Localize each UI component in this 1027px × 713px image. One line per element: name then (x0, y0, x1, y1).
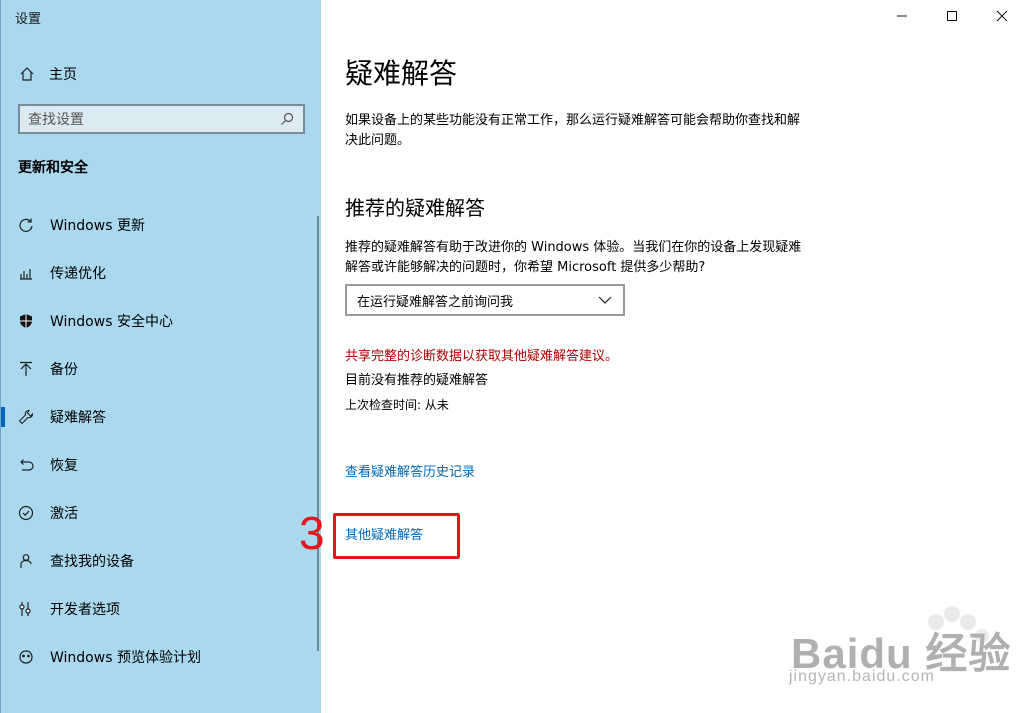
view-history-link[interactable]: 查看疑难解答历史记录 (345, 461, 475, 480)
settings-sidebar: 设置 主页 查找设置 更新和安全 Windows 更新 传递优化 Windows… (0, 0, 321, 713)
sidebar-item-troubleshoot[interactable]: 疑难解答 (1, 393, 322, 441)
maximize-button[interactable] (927, 0, 977, 32)
sidebar-item-insider[interactable]: Windows 预览体验计划 (1, 633, 322, 681)
insider-icon (18, 649, 34, 665)
nav-home[interactable]: 主页 (19, 62, 77, 86)
watermark-url: jingyan.baidu.com (789, 668, 935, 685)
sidebar-item-windows-security[interactable]: Windows 安全中心 (1, 297, 322, 345)
sidebar-item-label: 开发者选项 (50, 602, 120, 618)
sidebar-item-label: Windows 安全中心 (50, 314, 173, 330)
minimize-button[interactable] (877, 0, 927, 32)
sidebar-item-label: Windows 预览体验计划 (50, 650, 201, 666)
maximize-icon (944, 8, 960, 24)
troubleshoot-preference-dropdown[interactable]: 在运行疑难解答之前询问我 (345, 284, 625, 316)
step-number-annotation: 3 (299, 507, 325, 559)
refresh-icon (18, 217, 34, 233)
wrench-icon (18, 409, 34, 425)
sidebar-item-label: Windows 更新 (50, 218, 145, 234)
page-title: 疑难解答 (345, 57, 458, 90)
section-title: 更新和安全 (18, 160, 88, 176)
sidebar-item-developer[interactable]: 开发者选项 (1, 585, 322, 633)
developer-icon (18, 601, 34, 617)
recommended-heading: 推荐的疑难解答 (345, 196, 485, 220)
share-diagnostic-data-link[interactable]: 共享完整的诊断数据以获取其他疑难解答建议。 (345, 345, 618, 364)
sidebar-item-find-my-device[interactable]: 查找我的设备 (1, 537, 322, 585)
sidebar-item-recovery[interactable]: 恢复 (1, 441, 322, 489)
backup-icon (18, 361, 34, 377)
chevron-down-icon (597, 292, 613, 308)
other-troubleshooters-link[interactable]: 其他疑难解答 (345, 524, 423, 543)
last-checked-text: 上次检查时间: 从未 (345, 398, 449, 412)
recommended-description: 推荐的疑难解答有助于改进你的 Windows 体验。当我们在你的设备上发现疑难解… (345, 240, 802, 275)
minimize-icon (894, 8, 910, 24)
sidebar-item-label: 疑难解答 (50, 410, 106, 426)
intro-text: 如果设备上的某些功能没有正常工作，那么运行疑难解答可能会帮助你查找和解决此问题。 (345, 113, 801, 148)
window-controls (877, 0, 1027, 32)
sidebar-item-label: 备份 (50, 362, 78, 378)
delivery-icon (18, 265, 34, 281)
nav-list: Windows 更新 传递优化 Windows 安全中心 备份 疑难解答 恢复 … (1, 201, 322, 681)
person-pin-icon (18, 553, 34, 569)
recovery-icon (18, 457, 34, 473)
home-icon (19, 66, 35, 82)
sidebar-item-windows-update[interactable]: Windows 更新 (1, 201, 322, 249)
check-circle-icon (18, 505, 34, 521)
app-title: 设置 (15, 12, 42, 27)
nav-home-label: 主页 (49, 67, 77, 83)
close-button[interactable] (977, 0, 1027, 32)
dropdown-value: 在运行疑难解答之前询问我 (357, 294, 514, 310)
sidebar-scrollbar[interactable] (317, 216, 319, 651)
sidebar-item-label: 恢复 (50, 458, 78, 474)
sidebar-item-delivery-optimization[interactable]: 传递优化 (1, 249, 322, 297)
sidebar-item-backup[interactable]: 备份 (1, 345, 322, 393)
sidebar-item-activation[interactable]: 激活 (1, 489, 322, 537)
search-input[interactable]: 查找设置 (18, 104, 305, 134)
search-placeholder: 查找设置 (28, 112, 84, 128)
main-content: 疑难解答 如果设备上的某些功能没有正常工作，那么运行疑难解答可能会帮助你查找和解… (299, 0, 1027, 713)
sidebar-item-label: 激活 (50, 506, 78, 522)
shield-icon (18, 313, 34, 329)
sidebar-item-label: 传递优化 (50, 266, 106, 282)
close-icon (994, 8, 1010, 24)
no-recommended-text: 目前没有推荐的疑难解答 (345, 373, 489, 388)
search-icon[interactable] (279, 111, 295, 127)
sidebar-item-label: 查找我的设备 (50, 554, 134, 570)
